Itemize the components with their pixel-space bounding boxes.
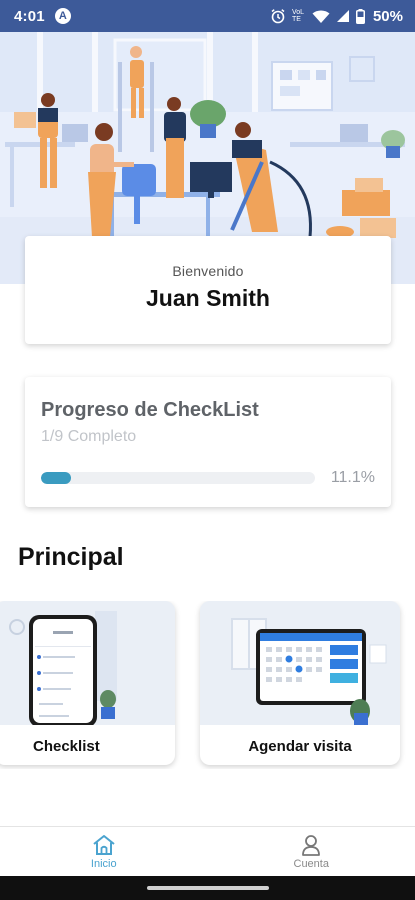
alarm-icon	[271, 9, 285, 24]
checklist-card-image	[0, 601, 175, 727]
progress-subtitle: 1/9 Completo	[41, 428, 137, 445]
user-icon	[302, 834, 321, 856]
schedule-visit-card-label: Agendar visita	[248, 738, 352, 755]
status-bar: 4:01 A VoLTE 50%	[0, 0, 415, 32]
nav-item-cuenta[interactable]: Cuenta	[208, 827, 415, 876]
user-name: Juan Smith	[146, 285, 270, 311]
progress-title: Progreso de CheckList	[41, 399, 259, 421]
progress-percent: 11.1%	[330, 469, 375, 486]
volte-indicator: VoLTE	[291, 9, 305, 23]
nav-item-inicio[interactable]: Inicio	[0, 827, 208, 876]
schedule-visit-card-image	[200, 601, 400, 725]
nav-label-cuenta: Cuenta	[293, 857, 329, 870]
welcome-greeting: Bienvenido	[172, 263, 244, 279]
home-icon	[93, 834, 115, 855]
progress-bar-fill	[41, 472, 72, 484]
cell-signal-icon	[336, 10, 349, 22]
schedule-visit-card[interactable]: Agendar visita	[200, 601, 400, 765]
status-icons: VoLTE 50%	[270, 8, 403, 25]
phone-checklist-illustration	[0, 601, 175, 727]
battery-icon	[355, 8, 365, 24]
nav-label-inicio: Inicio	[90, 857, 117, 870]
app-notification-icon: A	[54, 8, 71, 24]
tablet-calendar-illustration	[200, 601, 400, 725]
checklist-card-label: Checklist	[33, 738, 100, 755]
main-cards-carousel[interactable]: Checklist Agendar visita	[0, 601, 415, 769]
home-gesture-handle[interactable]	[146, 886, 269, 890]
section-title: Principal	[18, 543, 124, 571]
system-navigation-bar	[0, 876, 415, 900]
bottom-navigation: Inicio Cuenta	[0, 826, 415, 876]
checklist-progress-card[interactable]: Progreso de CheckList 1/9 Completo 11.1%	[25, 377, 391, 507]
wifi-icon	[312, 10, 330, 23]
progress-bar	[41, 472, 315, 484]
status-time: 4:01	[14, 7, 45, 25]
welcome-card: Bienvenido Juan Smith	[25, 236, 391, 344]
checklist-card[interactable]: Checklist	[0, 601, 175, 765]
battery-percent: 50%	[372, 7, 403, 25]
